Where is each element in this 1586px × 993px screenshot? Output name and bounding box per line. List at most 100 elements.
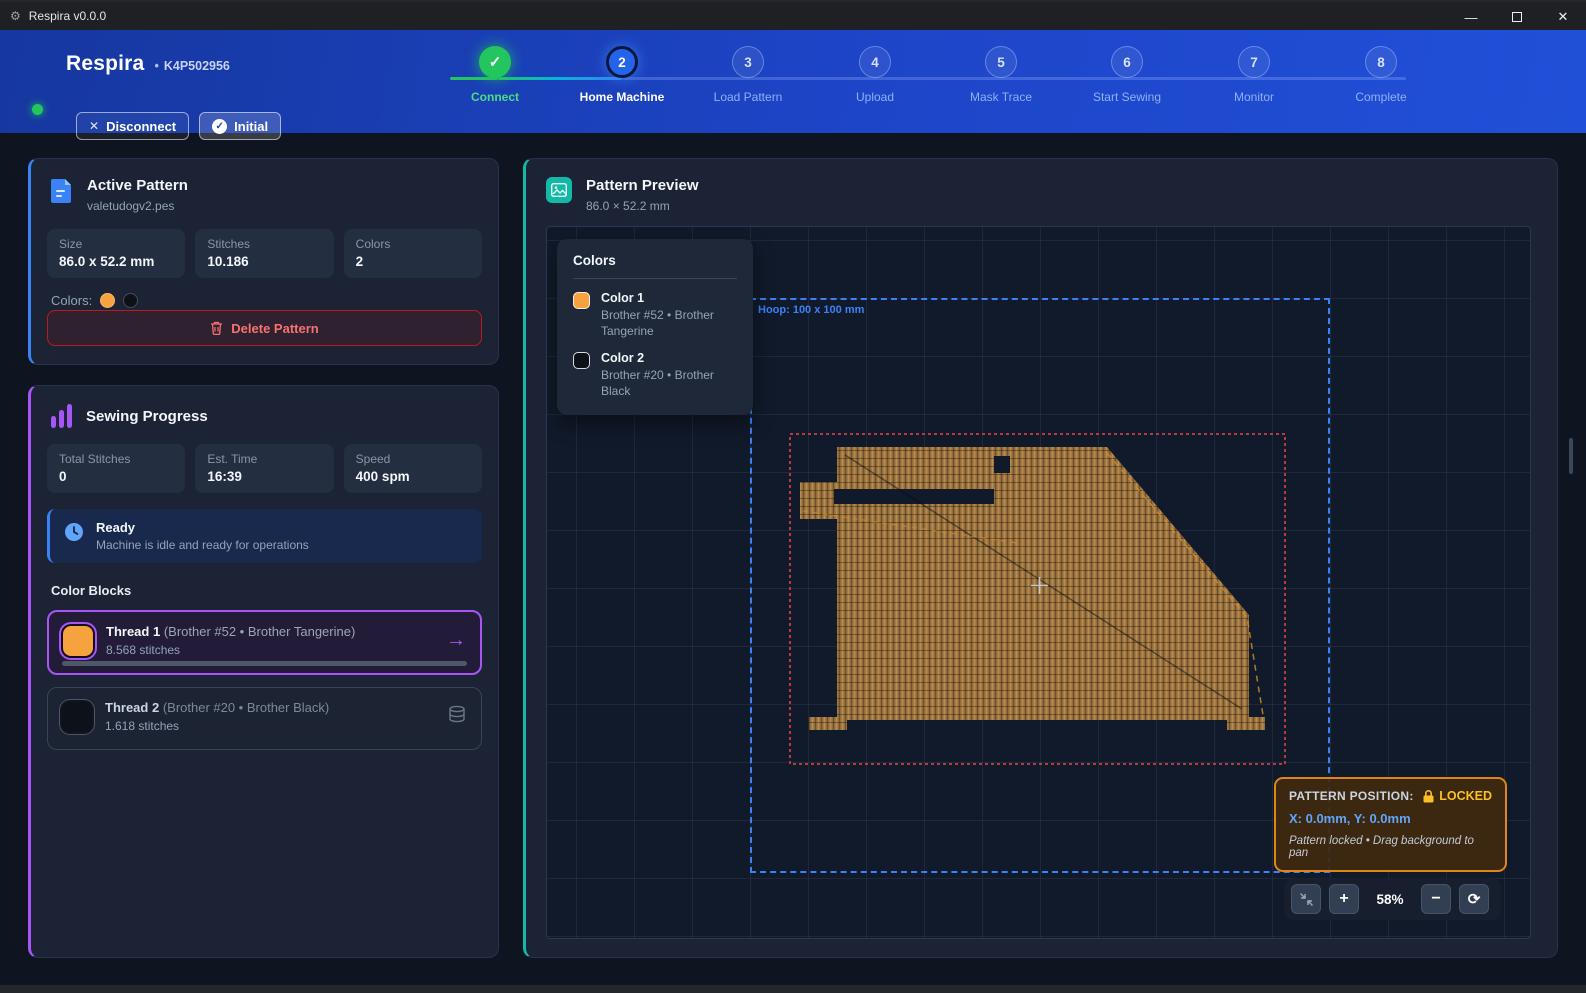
delete-pattern-button[interactable]: Delete Pattern — [47, 310, 482, 346]
trash-icon — [210, 321, 223, 335]
card-title: Pattern Preview — [586, 177, 699, 194]
thread2-stitch-count: 1.618 stitches — [105, 719, 329, 733]
step-number: 4 — [859, 46, 891, 78]
delete-pattern-label: Delete Pattern — [231, 321, 318, 336]
bar-chart-icon — [51, 404, 72, 428]
close-button[interactable]: ✕ — [1540, 2, 1586, 32]
color1-swatch — [573, 292, 590, 309]
stepper-step-home-machine[interactable]: 2 Home Machine — [559, 46, 685, 104]
stepper-step-start-sewing[interactable]: 6 Start Sewing — [1064, 46, 1190, 104]
step-check-icon: ✓ — [479, 46, 511, 78]
zoom-level: 58% — [1367, 892, 1413, 907]
center-crosshair-icon — [1031, 577, 1048, 594]
stat-size: Size 86.0 x 52.2 mm — [47, 229, 185, 278]
color-blocks-label: Color Blocks — [31, 583, 498, 598]
thread-block-2[interactable]: Thread 2 (Brother #20 • Brother Black) 1… — [47, 687, 482, 750]
thread1-progress-bar — [62, 661, 467, 666]
color-dot-tangerine — [100, 293, 115, 308]
stepper-step-upload[interactable]: 4 Upload — [812, 46, 938, 104]
layers-icon — [447, 704, 467, 729]
active-pattern-card: Active Pattern valetudogv2.pes Size 86.0… — [28, 158, 499, 365]
position-coordinates: X: 0.0mm, Y: 0.0mm — [1289, 811, 1492, 826]
preview-canvas[interactable]: Hoop: 100 x 100 mm Colors Color 1 Brothe… — [546, 226, 1531, 939]
colors-panel-title: Colors — [573, 253, 737, 279]
window-titlebar: ⚙ Respira v0.0.0 — ✕ — [0, 0, 1586, 30]
step-label: Connect — [471, 90, 519, 104]
locked-badge: LOCKED — [1439, 789, 1492, 803]
window-bottom-edge — [0, 985, 1586, 993]
step-number: 3 — [732, 46, 764, 78]
pattern-filename: valetudogv2.pes — [87, 199, 188, 213]
pattern-preview-card: Pattern Preview 86.0 × 52.2 mm — [523, 158, 1558, 958]
position-hint: Pattern locked • Drag background to pan — [1289, 835, 1492, 859]
plus-icon: + — [1339, 890, 1348, 908]
step-label: Complete — [1355, 90, 1406, 104]
vertical-scrollbar-thumb[interactable] — [1569, 438, 1573, 474]
zoom-toolbar: + 58% − ⟳ — [1284, 878, 1501, 920]
step-label: Monitor — [1234, 90, 1274, 104]
stat-total-stitches: Total Stitches 0 — [47, 444, 185, 493]
minimize-button[interactable]: — — [1448, 2, 1494, 32]
minus-icon: − — [1431, 890, 1440, 908]
thread1-swatch — [63, 626, 93, 656]
color2-swatch — [573, 352, 590, 369]
workflow-stepper: ✓ Connect 2 Home Machine 3 Load Pattern … — [0, 30, 1586, 133]
stat-speed: Speed 400 spm — [344, 444, 482, 493]
step-label: Start Sewing — [1093, 90, 1161, 104]
document-icon — [51, 177, 73, 203]
stat-stitches: Stitches 10.186 — [195, 229, 333, 278]
pattern-position-overlay: PATTERN POSITION: LOCKED X: 0.0mm, Y: 0.… — [1274, 777, 1507, 872]
sewing-progress-card: Sewing Progress Total Stitches 0 Est. Ti… — [28, 385, 499, 958]
stepper-step-complete[interactable]: 8 Complete — [1318, 46, 1444, 104]
colors-legend-panel: Colors Color 1 Brother #52 • Brother Tan… — [557, 239, 753, 415]
zoom-out-button[interactable]: − — [1421, 884, 1451, 914]
step-number: 8 — [1365, 46, 1397, 78]
arrow-right-icon: → — [446, 629, 466, 652]
maximize-icon — [1512, 12, 1522, 22]
maximize-button[interactable] — [1494, 2, 1540, 32]
window-title: Respira v0.0.0 — [29, 9, 106, 23]
stepper-step-connect[interactable]: ✓ Connect — [432, 46, 558, 104]
step-number: 6 — [1111, 46, 1143, 78]
step-number: 2 — [606, 46, 638, 78]
clock-icon — [64, 522, 84, 542]
reset-view-button[interactable]: ⟳ — [1459, 884, 1489, 914]
status-text: Machine is idle and ready for operations — [96, 538, 309, 552]
thread2-swatch — [62, 702, 92, 732]
step-number: 7 — [1238, 46, 1270, 78]
zoom-in-button[interactable]: + — [1329, 884, 1359, 914]
app-header: Respira •K4P502956 ✕ Disconnect ✓ Initia… — [0, 30, 1586, 133]
hoop-size-label: Hoop: 100 x 100 mm — [758, 304, 864, 316]
legend-color-2: Color 2 Brother #20 • Brother Black — [573, 351, 737, 399]
legend-color-1: Color 1 Brother #52 • Brother Tangerine — [573, 291, 737, 339]
card-title: Active Pattern — [87, 177, 188, 194]
app-icon: ⚙ — [10, 9, 21, 23]
machine-status-banner: Ready Machine is idle and ready for oper… — [47, 509, 482, 563]
stepper-step-monitor[interactable]: 7 Monitor — [1191, 46, 1317, 104]
status-title: Ready — [96, 520, 309, 535]
stat-est-time: Est. Time 16:39 — [195, 444, 333, 493]
step-number: 5 — [985, 46, 1017, 78]
position-label: PATTERN POSITION: — [1289, 789, 1414, 803]
step-label: Upload — [856, 90, 894, 104]
step-label: Load Pattern — [714, 90, 783, 104]
pattern-dimensions: 86.0 × 52.2 mm — [586, 199, 699, 213]
thread-block-1[interactable]: Thread 1 (Brother #52 • Brother Tangerin… — [47, 610, 482, 675]
thread1-stitch-count: 8.568 stitches — [106, 643, 355, 657]
step-label: Mask Trace — [970, 90, 1032, 104]
stepper-step-mask-trace[interactable]: 5 Mask Trace — [938, 46, 1064, 104]
colors-label: Colors: — [51, 293, 92, 308]
lock-icon — [1423, 790, 1434, 803]
card-title: Sewing Progress — [86, 408, 208, 425]
color-dot-black — [123, 293, 138, 308]
image-icon — [546, 177, 572, 203]
fit-icon — [1299, 892, 1314, 907]
step-label: Home Machine — [580, 90, 665, 104]
fit-to-screen-button[interactable] — [1291, 884, 1321, 914]
window-controls: — ✕ — [1448, 2, 1586, 32]
refresh-icon: ⟳ — [1468, 890, 1481, 908]
minimize-icon: — — [1465, 10, 1478, 25]
close-icon: ✕ — [1558, 9, 1569, 25]
stat-colors: Colors 2 — [344, 229, 482, 278]
stepper-step-load-pattern[interactable]: 3 Load Pattern — [685, 46, 811, 104]
